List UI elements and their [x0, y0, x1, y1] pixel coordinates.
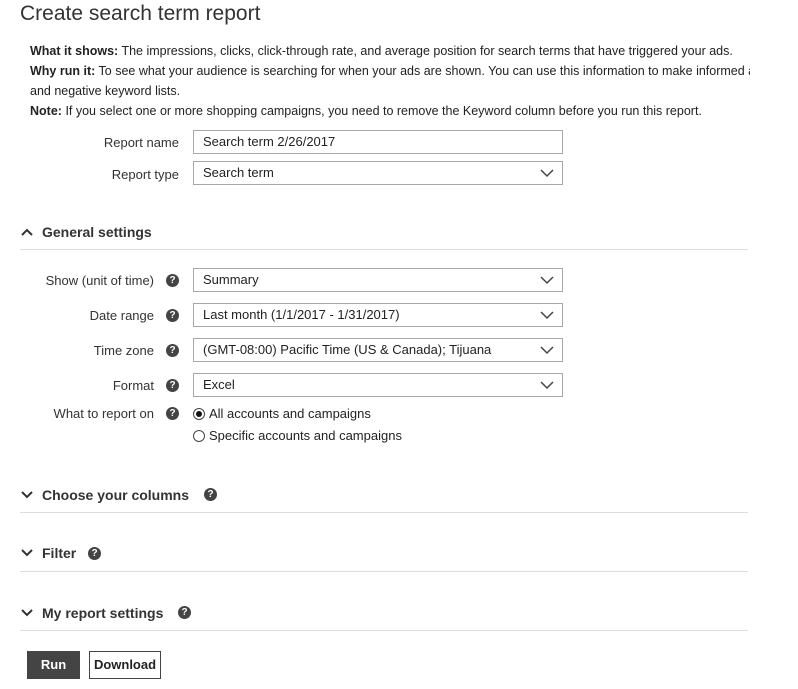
help-icon[interactable]: ? [166, 274, 179, 287]
show-unit-value: Summary [203, 272, 259, 287]
help-icon[interactable]: ? [88, 547, 101, 560]
why-run-it: Why run it: To see what your audience is… [30, 61, 750, 81]
chevron-down-icon [21, 491, 33, 499]
divider [20, 512, 748, 513]
what-it-shows-text: The impressions, clicks, click-through r… [121, 44, 733, 58]
note-text: If you select one or more shopping campa… [65, 104, 702, 118]
time-zone-select[interactable]: (GMT-08:00) Pacific Time (US & Canada); … [193, 338, 563, 362]
why-run-it-text: To see what your audience is searching f… [98, 64, 750, 78]
help-icon[interactable]: ? [166, 379, 179, 392]
chevron-down-icon [540, 276, 554, 285]
help-icon[interactable]: ? [166, 344, 179, 357]
chevron-down-icon [540, 169, 554, 178]
radio-all-accounts[interactable]: All accounts and campaigns [193, 406, 371, 421]
show-unit-select[interactable]: Summary [193, 268, 563, 292]
help-icon[interactable]: ? [166, 407, 179, 420]
radio-all-accounts-label: All accounts and campaigns [209, 406, 371, 421]
time-zone-label: Time zone [93, 343, 154, 358]
filter-heading: Filter [42, 545, 77, 561]
what-to-report-label: What to report on [53, 406, 154, 421]
what-it-shows-label: What it shows: [30, 44, 119, 58]
chevron-down-icon [540, 311, 554, 320]
note: Note: If you select one or more shopping… [30, 101, 750, 121]
date-range-value: Last month (1/1/2017 - 1/31/2017) [203, 307, 400, 322]
time-zone-value: (GMT-08:00) Pacific Time (US & Canada); … [203, 342, 492, 357]
choose-columns-toggle[interactable]: Choose your columns [21, 487, 189, 503]
chevron-down-icon [540, 381, 554, 390]
filter-toggle[interactable]: Filter [21, 545, 76, 561]
my-report-settings-heading: My report settings [42, 605, 164, 621]
format-value: Excel [203, 377, 235, 392]
date-range-select[interactable]: Last month (1/1/2017 - 1/31/2017) [193, 303, 563, 327]
report-name-label: Report name [103, 135, 179, 150]
chevron-down-icon [540, 346, 554, 355]
help-icon[interactable]: ? [178, 606, 191, 619]
why-run-it-label: Why run it: [30, 64, 96, 78]
choose-columns-heading: Choose your columns [42, 487, 190, 503]
divider [20, 571, 748, 572]
page-title: Create search term report [20, 2, 261, 25]
report-description: What it shows: The impressions, clicks, … [30, 41, 750, 121]
download-button[interactable]: Download [89, 651, 161, 679]
radio-button-checked[interactable] [193, 407, 205, 420]
what-it-shows: What it shows: The impressions, clicks, … [30, 41, 750, 61]
radio-specific-accounts[interactable]: Specific accounts and campaigns [193, 428, 402, 443]
show-unit-label: Show (unit of time) [45, 273, 154, 288]
report-type-value: Search term [203, 165, 274, 180]
divider [20, 249, 748, 250]
report-type-select[interactable]: Search term [193, 161, 563, 185]
help-icon[interactable]: ? [204, 488, 217, 501]
run-button[interactable]: Run [27, 651, 80, 679]
report-name-input[interactable]: Search term 2/26/2017 [193, 130, 563, 154]
format-select[interactable]: Excel [193, 373, 563, 397]
help-icon[interactable]: ? [166, 309, 179, 322]
radio-specific-accounts-label: Specific accounts and campaigns [209, 428, 402, 443]
chevron-down-icon [21, 549, 33, 557]
format-label: Format [112, 378, 154, 393]
report-type-label: Report type [111, 167, 179, 182]
general-settings-heading: General settings [42, 224, 152, 240]
general-settings-toggle[interactable]: General settings [21, 224, 152, 240]
note-label: Note: [30, 104, 62, 118]
why-run-it-continued: and negative keyword lists. [30, 84, 181, 98]
chevron-up-icon [21, 228, 33, 237]
divider [20, 630, 748, 631]
radio-button[interactable] [193, 429, 205, 442]
date-range-label: Date range [89, 308, 154, 323]
chevron-down-icon [21, 609, 33, 617]
my-report-settings-toggle[interactable]: My report settings [21, 605, 163, 621]
